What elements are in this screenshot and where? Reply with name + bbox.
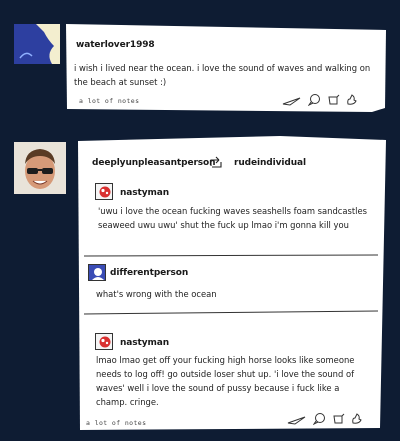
- like-icon[interactable]: [346, 91, 357, 110]
- comment-text: what's wrong with the ocean: [96, 289, 217, 299]
- comment-text: 'uwu i love the ocean fucking waves seas…: [98, 206, 367, 230]
- avatar[interactable]: [95, 333, 113, 350]
- avatar[interactable]: [14, 142, 66, 194]
- reblog-icon[interactable]: [332, 410, 345, 429]
- avatar-blue-icon: [89, 265, 105, 280]
- avatar-red-icon: [96, 334, 112, 349]
- avatar[interactable]: [14, 24, 60, 64]
- reblog-icon[interactable]: [327, 91, 340, 110]
- post-actions: [282, 91, 357, 110]
- share-icon[interactable]: [282, 91, 302, 110]
- avatar[interactable]: [88, 264, 106, 281]
- avatar-waves-icon: [14, 24, 60, 64]
- notes-count[interactable]: a lot of notes: [86, 419, 146, 427]
- post-username[interactable]: waterlover1998: [76, 40, 155, 50]
- avatar-face-icon: [14, 142, 66, 194]
- notes-count[interactable]: a lot of notes: [79, 97, 139, 105]
- like-icon[interactable]: [351, 410, 362, 429]
- reply-icon[interactable]: [307, 91, 321, 110]
- share-icon[interactable]: [287, 410, 307, 429]
- comment-username[interactable]: differentperson: [110, 268, 188, 278]
- source-username[interactable]: rudeindividual: [234, 158, 306, 168]
- reply-icon[interactable]: [312, 410, 326, 429]
- post-text: i wish i lived near the ocean. i love th…: [74, 63, 371, 87]
- reblog-arrow-icon: [208, 154, 224, 173]
- comment-username[interactable]: nastyman: [120, 188, 169, 198]
- post-actions: [287, 410, 362, 429]
- reblogger-username[interactable]: deeplyunpleasantperson: [92, 158, 216, 168]
- avatar-red-icon: [96, 184, 112, 199]
- comment-text: lmao lmao get off your fucking high hors…: [96, 355, 355, 407]
- avatar[interactable]: [95, 183, 113, 200]
- comment-username[interactable]: nastyman: [120, 338, 169, 348]
